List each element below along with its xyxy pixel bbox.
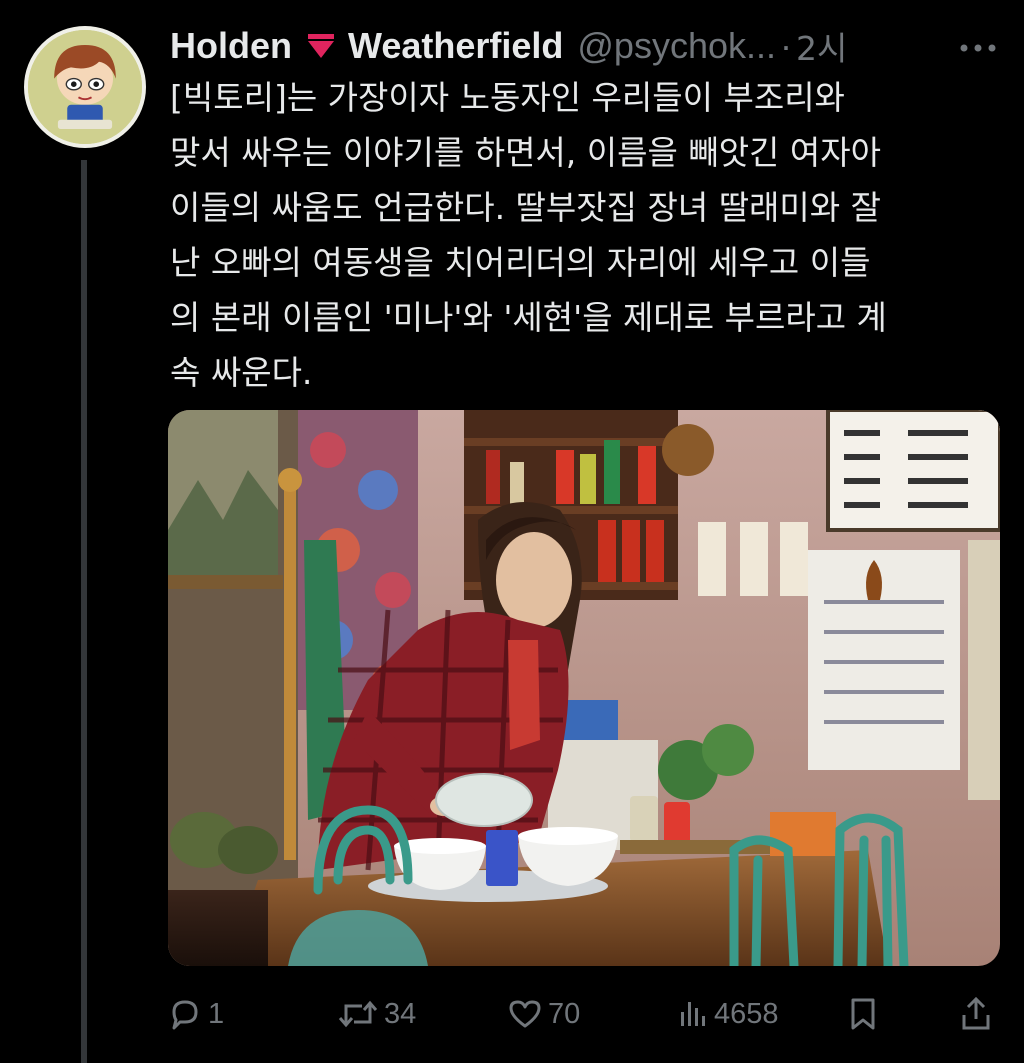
retweet-button[interactable]: 34 (338, 988, 416, 1040)
views-count: 4658 (714, 997, 779, 1030)
separator-dot: · (780, 25, 793, 66)
tweet-header: Holden Weatherfield @psychok... · 2시 (170, 24, 1000, 68)
views-button[interactable]: 4658 (678, 988, 779, 1040)
retweet-count: 34 (384, 997, 417, 1030)
display-name-last[interactable]: Weatherfield (348, 25, 563, 67)
timestamp[interactable]: 2시 (796, 22, 847, 70)
reply-button[interactable]: 1 (168, 988, 224, 1040)
avatar[interactable] (24, 26, 146, 148)
reply-icon (168, 998, 202, 1030)
tweet-text-line: [빅토리]는 가장이자 노동자인 우리들이 부조리와 (170, 78, 845, 117)
tweet-text: [빅토리]는 가장이자 노동자인 우리들이 부조리와 맞서 싸우는 이야기를 하… (170, 70, 1002, 400)
views-icon (678, 998, 708, 1030)
thread-line (81, 160, 87, 1063)
heart-icon (508, 998, 542, 1030)
tweet-text-line: 의 본래 이름인 '미나'와 '세현'을 제대로 부르라고 계 (170, 298, 887, 337)
bookmark-icon (848, 997, 878, 1031)
share-icon (960, 997, 992, 1031)
tweet-text-line: 난 오빠의 여동생을 치어리더의 자리에 세우고 이들 (170, 243, 871, 282)
reply-count: 1 (208, 997, 225, 1030)
tweet-actions: 1 34 70 4658 (168, 988, 1000, 1040)
more-icon[interactable] (956, 30, 1000, 66)
like-count: 70 (548, 997, 581, 1030)
share-button[interactable] (960, 988, 992, 1040)
red-triangle-icon (306, 33, 336, 59)
avatar-illustration (28, 30, 142, 144)
tweet-text-line: 이들의 싸움도 언급한다. 딸부잣집 장녀 딸래미와 잘 (170, 188, 881, 227)
tweet-text-line: 속 싸운다. (170, 353, 313, 392)
display-name-first[interactable]: Holden (170, 25, 292, 67)
tweet-text-line: 맞서 싸우는 이야기를 하면서, 이름을 빼앗긴 여자아 (170, 133, 881, 172)
bookmark-button[interactable] (848, 988, 878, 1040)
like-button[interactable]: 70 (508, 988, 580, 1040)
tweet-photo[interactable] (168, 410, 1000, 966)
user-handle[interactable]: @psychok... (577, 25, 776, 67)
retweet-icon (338, 998, 378, 1030)
